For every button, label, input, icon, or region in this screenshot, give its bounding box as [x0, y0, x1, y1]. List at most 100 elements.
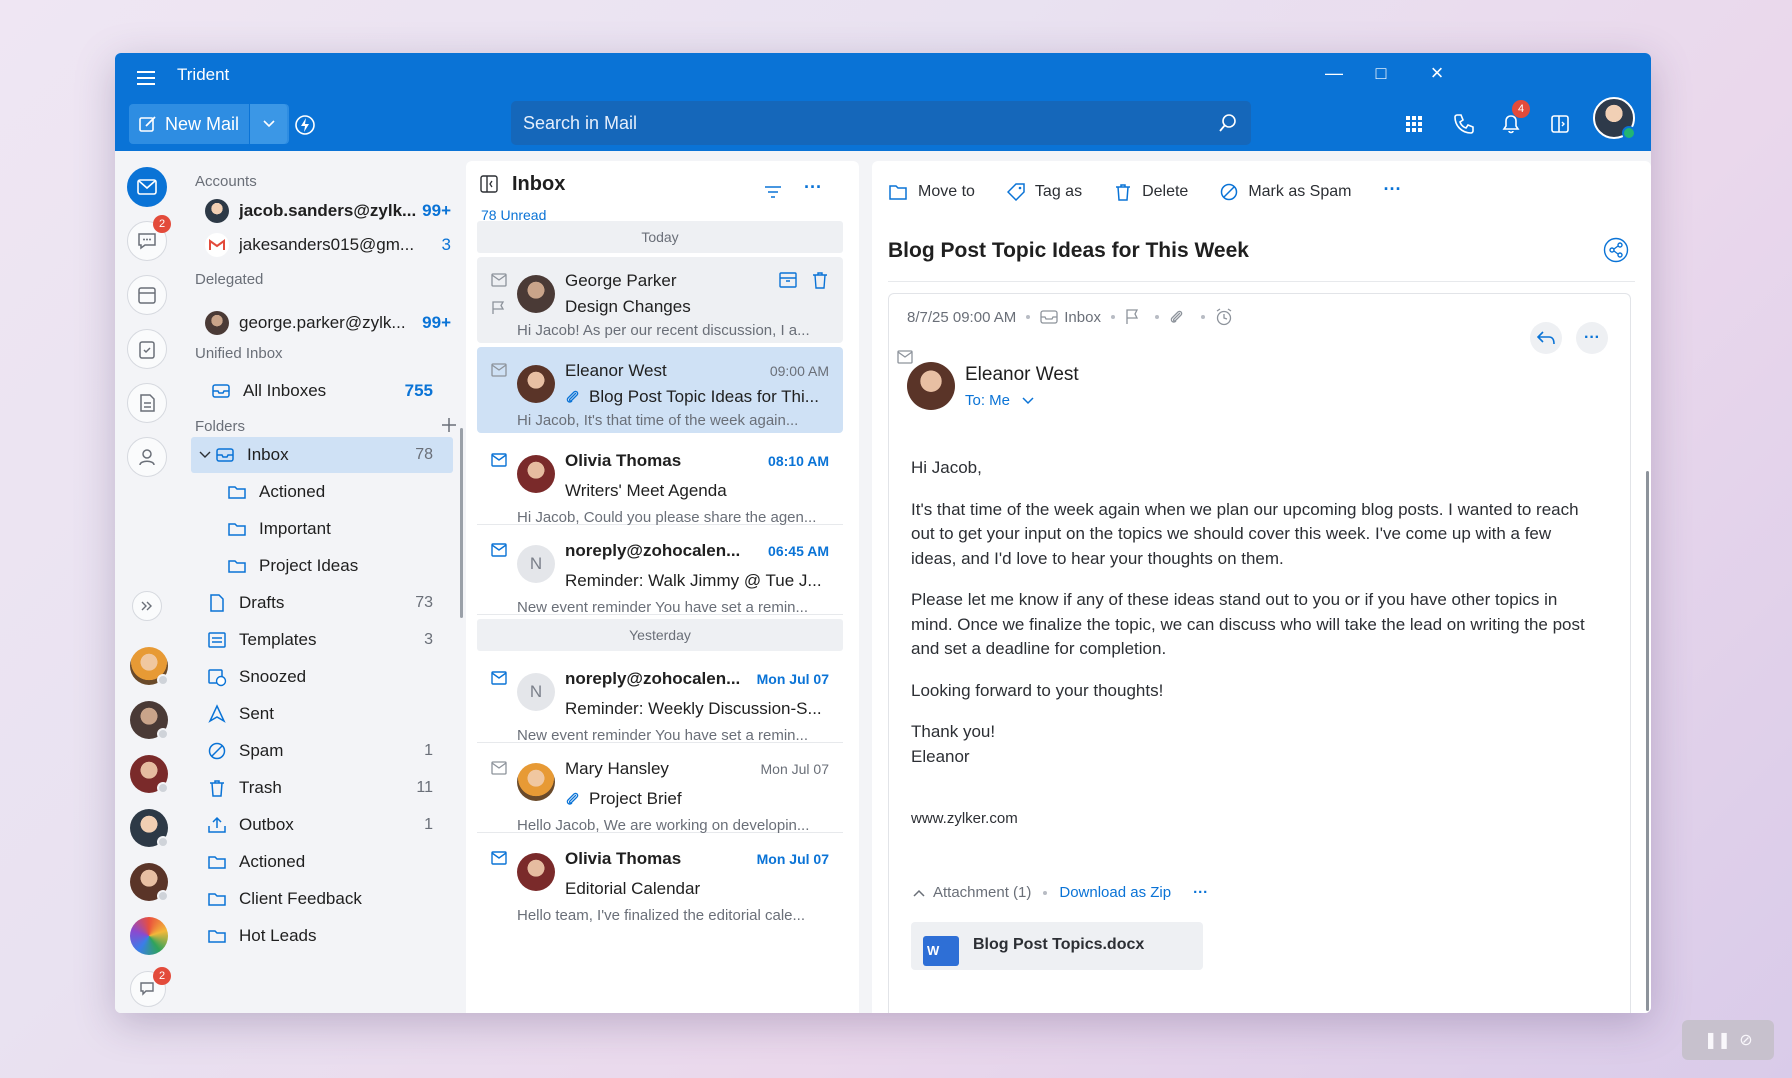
contact-avatar[interactable]	[130, 755, 169, 794]
delete-icon[interactable]	[811, 271, 829, 289]
download-zip-link[interactable]: Download as Zip	[1059, 884, 1171, 901]
delete-button[interactable]: Delete	[1114, 183, 1188, 201]
mail-item[interactable]: George Parker Design Changes Hi Jacob! A…	[477, 257, 843, 343]
side-panel-icon[interactable]	[1547, 111, 1573, 137]
reading-pane-scrollbar[interactable]	[1646, 471, 1649, 1011]
folder-templates[interactable]: Templates 3	[207, 622, 453, 658]
folder-count: 1	[424, 742, 433, 759]
move-to-button[interactable]: Move to	[888, 183, 975, 201]
pause-icon[interactable]: ❚❚	[1704, 1030, 1731, 1050]
folder-label: Hot Leads	[239, 926, 317, 945]
tag-as-button[interactable]: Tag as	[1006, 183, 1082, 201]
notes-app-button[interactable]	[127, 383, 167, 423]
attachment-more-icon[interactable]: ···	[1193, 884, 1208, 901]
mail-time: 06:45 AM	[768, 543, 829, 559]
folder-actioned-2[interactable]: Actioned	[207, 844, 453, 880]
expand-rail-button[interactable]	[132, 591, 162, 621]
account-item[interactable]: jacob.sanders@zylk... 99+	[205, 195, 451, 227]
envelope-unread-icon[interactable]	[491, 453, 507, 467]
more-options-icon[interactable]: ···	[804, 177, 822, 198]
folder-project-ideas[interactable]: Project Ideas	[227, 548, 453, 584]
sender-name[interactable]: Eleanor West	[965, 364, 1079, 386]
mail-item-selected[interactable]: Eleanor West 09:00 AM Blog Post Topic Id…	[477, 347, 843, 433]
envelope-icon[interactable]	[491, 273, 507, 287]
share-icon[interactable]	[1603, 237, 1629, 263]
folder-all-inboxes[interactable]: All Inboxes 755	[191, 373, 453, 409]
quick-actions-icon[interactable]	[293, 113, 317, 137]
search-icon[interactable]	[1217, 112, 1239, 134]
folder-icon	[228, 560, 246, 573]
filter-icon[interactable]	[764, 185, 782, 199]
attachment-file[interactable]: W Blog Post Topics.docx	[911, 922, 1203, 970]
paperclip-icon[interactable]	[1169, 309, 1185, 325]
folder-inbox[interactable]: Inbox 78	[191, 437, 453, 473]
mail-item[interactable]: Olivia Thomas 08:10 AM Writers' Meet Age…	[477, 437, 843, 526]
new-mail-button[interactable]: New Mail	[129, 104, 249, 144]
envelope-unread-icon[interactable]	[491, 671, 507, 685]
mark-as-spam-button[interactable]: Mark as Spam	[1220, 183, 1351, 201]
folder-important[interactable]: Important	[227, 511, 453, 547]
folder-hot-leads[interactable]: Hot Leads	[207, 918, 453, 954]
more-actions-icon[interactable]: ···	[1383, 179, 1401, 200]
archive-icon[interactable]	[779, 271, 797, 289]
chevron-up-icon[interactable]	[913, 889, 925, 897]
contact-avatar[interactable]	[130, 863, 169, 902]
mail-app-button[interactable]	[127, 167, 167, 207]
contact-avatar[interactable]	[130, 647, 169, 686]
envelope-unread-icon[interactable]	[491, 851, 507, 865]
signature-link[interactable]: www.zylker.com	[911, 807, 1601, 832]
reply-button[interactable]	[1530, 322, 1562, 354]
mail-preview: Hello Jacob, We are working on developin…	[517, 817, 810, 834]
folder-scrollbar[interactable]	[460, 428, 463, 618]
folder-spam[interactable]: Spam 1	[207, 733, 453, 769]
search-input[interactable]: Search in Mail	[523, 113, 637, 134]
email-folder[interactable]: Inbox	[1064, 309, 1101, 326]
add-folder-icon[interactable]	[441, 417, 457, 433]
new-mail-dropdown[interactable]	[249, 104, 287, 144]
user-avatar[interactable]	[1593, 97, 1636, 140]
mail-item[interactable]: N noreply@zohocalen... Mon Jul 07 Remind…	[477, 655, 843, 744]
envelope-unread-icon[interactable]	[491, 543, 507, 557]
hamburger-menu-icon[interactable]	[137, 67, 159, 89]
folder-label: Trash	[239, 778, 282, 797]
maximize-button[interactable]: □	[1359, 61, 1403, 85]
collapse-pane-icon[interactable]	[480, 175, 498, 193]
flag-icon[interactable]	[1125, 309, 1139, 325]
minimize-button[interactable]: —	[1312, 61, 1356, 85]
folder-outbox[interactable]: Outbox 1	[207, 807, 453, 843]
search-box[interactable]: Search in Mail	[511, 101, 1251, 145]
envelope-icon[interactable]	[491, 761, 507, 775]
folder-snoozed[interactable]: Snoozed	[207, 659, 453, 695]
apps-grid-icon[interactable]	[1401, 111, 1427, 137]
contact-avatar[interactable]	[130, 701, 169, 740]
folder-actioned[interactable]: Actioned	[227, 474, 453, 510]
mail-item[interactable]: Mary Hansley Mon Jul 07 Project Brief He…	[477, 745, 843, 834]
contact-avatar[interactable]	[130, 809, 169, 848]
message-more-button[interactable]: ···	[1576, 322, 1608, 354]
envelope-icon[interactable]	[491, 363, 507, 377]
mail-item[interactable]: Olivia Thomas Mon Jul 07 Editorial Calen…	[477, 835, 843, 924]
folder-sent[interactable]: Sent	[207, 696, 453, 732]
attachment-label[interactable]: Attachment (1)	[933, 884, 1031, 901]
alarm-clock-icon[interactable]	[1215, 308, 1233, 326]
group-avatar[interactable]	[130, 917, 168, 955]
calendar-app-button[interactable]	[127, 275, 167, 315]
folder-drafts[interactable]: Drafts 73	[207, 585, 453, 621]
contacts-app-button[interactable]	[127, 437, 167, 477]
sender-avatar[interactable]	[907, 362, 955, 410]
chevron-down-icon[interactable]	[199, 451, 211, 459]
folder-trash[interactable]: Trash 11	[207, 770, 453, 806]
tasks-app-button[interactable]	[127, 329, 167, 369]
delegated-account-item[interactable]: george.parker@zylk... 99+	[205, 307, 451, 339]
flag-icon[interactable]	[491, 301, 505, 315]
mail-item[interactable]: N noreply@zohocalen... 06:45 AM Reminder…	[477, 527, 843, 616]
stop-capture-icon[interactable]: ⊘	[1736, 1030, 1756, 1050]
recipient-dropdown[interactable]: To: Me	[965, 392, 1034, 409]
account-count: 99+	[422, 313, 451, 332]
account-item[interactable]: jakesanders015@gm... 3	[205, 229, 451, 261]
body-paragraph: It's that time of the week again when we…	[911, 499, 1579, 568]
close-button[interactable]: ×	[1415, 61, 1459, 85]
folder-client-feedback[interactable]: Client Feedback	[207, 881, 453, 917]
envelope-icon[interactable]	[897, 350, 913, 364]
phone-icon[interactable]	[1451, 111, 1477, 137]
